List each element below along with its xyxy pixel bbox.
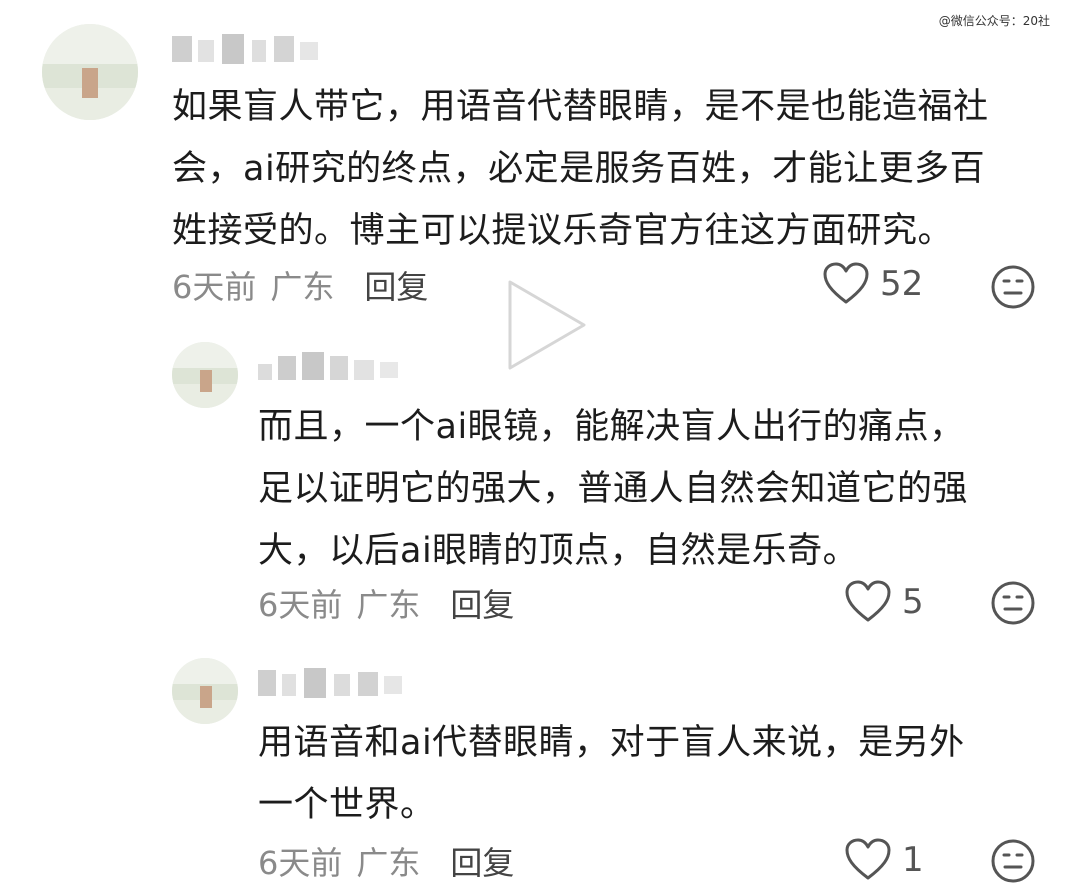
comment-line: 会，ai研究的终点，必定是服务百姓，才能让更多百: [172, 149, 986, 189]
neutral-face-icon: [990, 839, 1036, 888]
watermark: @微信公众号：20社: [938, 14, 1050, 28]
play-icon[interactable]: [488, 270, 598, 380]
comment-time: 6天前: [258, 586, 343, 624]
dislike-button[interactable]: [990, 580, 1036, 630]
reply-button[interactable]: 回复: [364, 262, 428, 308]
comment-text: 而且，一个ai眼镜，能解决盲人出行的痛点， 足以证明它的强大，普通人自然会知道它…: [258, 396, 968, 582]
comment-meta: 6天前 广东 回复: [172, 262, 428, 308]
comment-line: 如果盲人带它，用语音代替眼睛，是不是也能造福社: [172, 87, 989, 127]
dislike-button[interactable]: [990, 838, 1036, 888]
comment-location: 广东: [356, 586, 421, 624]
avatar[interactable]: [172, 658, 238, 724]
comment-line: 用语音和ai代替眼睛，对于盲人来说，是另外: [258, 723, 965, 763]
avatar[interactable]: [172, 342, 238, 408]
comment-time: 6天前: [258, 844, 343, 882]
comment-line: 姓接受的。博主可以提议乐奇官方往这方面研究。: [172, 211, 954, 251]
dislike-button[interactable]: [990, 264, 1036, 314]
avatar[interactable]: [42, 24, 138, 120]
reply-button[interactable]: 回复: [450, 838, 514, 884]
comment-line: 一个世界。: [258, 785, 436, 825]
reply-button[interactable]: 回复: [450, 580, 514, 626]
comment-meta: 6天前 广东 回复: [258, 580, 514, 626]
like-count: 5: [902, 582, 924, 622]
username-blurred[interactable]: [172, 30, 322, 66]
like-count: 52: [880, 264, 924, 304]
heart-outline-icon: [844, 838, 892, 882]
comment-meta: 6天前 广东 回复: [258, 838, 514, 884]
neutral-face-icon: [990, 581, 1036, 630]
like-button[interactable]: 5: [844, 580, 924, 624]
comment-time: 6天前: [172, 268, 257, 306]
like-button[interactable]: 1: [844, 838, 924, 882]
heart-outline-icon: [822, 262, 870, 306]
neutral-face-icon: [990, 265, 1036, 314]
username-blurred[interactable]: [258, 348, 408, 384]
like-button[interactable]: 52: [822, 262, 923, 306]
username-blurred[interactable]: [258, 664, 408, 700]
comment-line: 足以证明它的强大，普通人自然会知道它的强: [258, 469, 969, 509]
comment-line: 而且，一个ai眼镜，能解决盲人出行的痛点，: [258, 407, 965, 447]
comment-text: 如果盲人带它，用语音代替眼睛，是不是也能造福社 会，ai研究的终点，必定是服务百…: [172, 76, 989, 262]
comment-line: 大，以后ai眼睛的顶点，自然是乐奇。: [258, 531, 859, 571]
like-count: 1: [902, 840, 924, 880]
heart-outline-icon: [844, 580, 892, 624]
comment-location: 广东: [270, 268, 335, 306]
comment-text: 用语音和ai代替眼睛，对于盲人来说，是另外 一个世界。: [258, 712, 965, 836]
comment-location: 广东: [356, 844, 421, 882]
